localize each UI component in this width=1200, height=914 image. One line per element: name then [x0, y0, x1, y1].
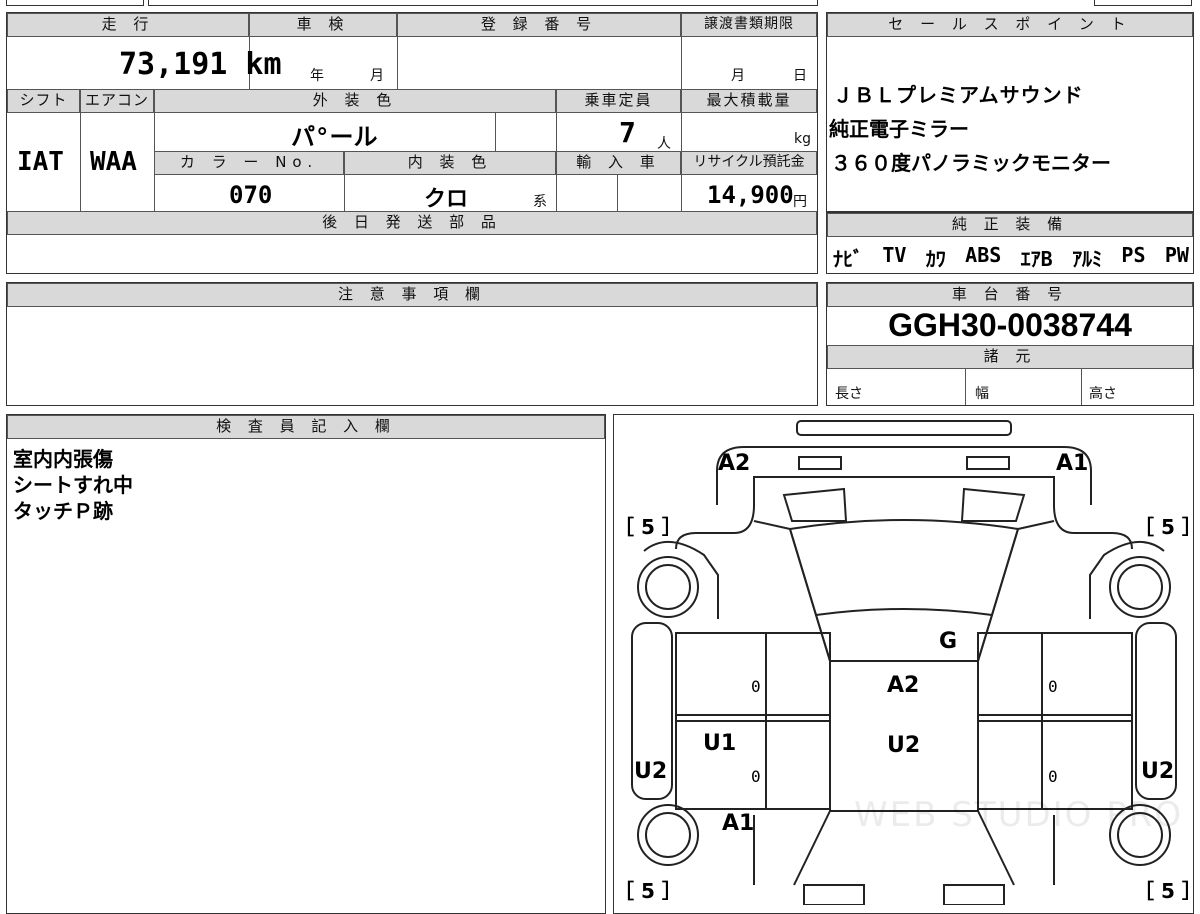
shift-value: IAT [17, 147, 64, 177]
exterior-color-value: パ°ール [291, 123, 378, 151]
damage-label-left-front-door: U1 [703, 731, 737, 756]
equipment-list: ﾅﾋﾞ TV ｶﾜ ABS ｴｱB ｱﾙﾐ PS PW [833, 243, 1189, 272]
inspection-header: 車 検 [249, 13, 397, 37]
spec-width-label: 幅 [975, 386, 989, 402]
divider [965, 369, 966, 405]
damage-label-front-left: A2 [718, 451, 751, 476]
aircon-value: WAA [90, 147, 137, 177]
divider [495, 113, 496, 151]
interior-color-value: クロ [424, 187, 469, 212]
equipment-item-pw: PW [1164, 243, 1189, 267]
aircon-header: エアコン [80, 89, 154, 113]
mileage-value: 73,191 km [119, 47, 282, 82]
spec-length-label: 長さ [835, 386, 863, 402]
top-strip-mid [148, 0, 818, 6]
damage-label-right-side: U2 [1141, 759, 1175, 784]
damage-label-front-right: A1 [1056, 451, 1089, 476]
registration-header: 登 録 番 号 [397, 13, 681, 37]
inspector-note-3: タッチＰ跡 [13, 499, 113, 523]
import-header: 輸 入 車 [556, 151, 681, 175]
equipment-item-alloy: ｱﾙﾐ [1072, 247, 1103, 271]
inspector-note-2: シートすれ中 [13, 473, 133, 497]
chassis-number: GGH30-0038744 [888, 307, 1132, 343]
watermark: WEB STUDIO PRO [854, 795, 1184, 835]
interior-color-header: 内 装 色 [344, 151, 556, 175]
damage-label-roof: A2 [887, 673, 920, 698]
capacity-value: 7 [619, 116, 636, 149]
depth-marker: 0 [1048, 767, 1058, 786]
capacity-header: 乗車定員 [556, 89, 681, 113]
sales-points-box: セ ー ル ス ポ イ ン ト ＪＢＬプレミアムサウンド 純正電子ミラー ３６０… [826, 12, 1194, 212]
equipment-item-tv: TV [882, 243, 907, 267]
sales-point-1: ＪＢＬプレミアムサウンド [833, 83, 1084, 107]
equipment-item-ps: PS [1121, 243, 1146, 267]
mileage-header: 走 行 [7, 13, 249, 37]
depth-marker: 0 [1048, 677, 1058, 696]
inspector-box: 検 査 員 記 入 欄 室内内張傷 シートすれ中 タッチＰ跡 [6, 414, 606, 914]
damage-diagram-box: A2 A1 ［ 5 ］ ［ 5 ］ G A2 U2 U1 U2 U2 A1 0 … [613, 414, 1200, 914]
recycle-unit: 円 [793, 194, 807, 210]
recycle-header: リサイクル預託金 [681, 151, 817, 175]
color-no-header: カ ラ ー No. [154, 151, 344, 175]
inspection-year-unit: 年 [310, 68, 324, 84]
equipment-item-navi: ﾅﾋﾞ [833, 247, 863, 271]
inspector-note-1: 室内内張傷 [13, 447, 113, 471]
divider [1081, 369, 1082, 405]
sales-point-2: 純正電子ミラー [829, 117, 969, 141]
later-parts-header: 後 日 発 送 部 品 [7, 211, 817, 235]
divider [681, 37, 682, 89]
max-load-header: 最大積載量 [681, 89, 817, 113]
top-strip-right [1094, 0, 1192, 6]
equipment-item-leather: ｶﾜ [925, 247, 946, 271]
divider [397, 37, 398, 89]
sales-points-header: セ ー ル ス ポ イ ン ト [827, 13, 1193, 37]
equipment-item-airbag: ｴｱB [1020, 247, 1053, 271]
caution-box: 注 意 事 項 欄 [6, 282, 818, 406]
divider [344, 175, 345, 211]
divider [617, 175, 618, 211]
vehicle-info-sheet: 走 行 車 検 登 録 番 号 譲渡書類期限 73,191 km 年 月 月 日… [6, 12, 818, 274]
transfer-month-unit: 月 [731, 68, 745, 84]
damage-label-windshield: G [939, 629, 958, 654]
depth-marker: 0 [751, 767, 761, 786]
transfer-day-unit: 日 [793, 68, 807, 84]
damage-label-roof-rear: U2 [887, 733, 921, 758]
inspection-month-unit: 月 [370, 68, 384, 84]
equipment-item-abs: ABS [965, 243, 1002, 267]
spec-height-label: 高さ [1089, 386, 1117, 402]
recycle-value: 14,900 [707, 181, 794, 209]
sales-point-3: ３６０度パノラミックモニター [831, 151, 1111, 175]
chassis-box: 車 台 番 号 GGH30-0038744 諸 元 長さ 幅 高さ [826, 282, 1194, 406]
interior-color-suffix: 系 [533, 194, 547, 210]
tread-label-front-left: ［ 5 ］ [614, 515, 682, 539]
equipment-box: 純 正 装 備 ﾅﾋﾞ TV ｶﾜ ABS ｴｱB ｱﾙﾐ PS PW [826, 212, 1194, 274]
damage-label-left-rear: A1 [722, 811, 755, 836]
inspector-header: 検 査 員 記 入 欄 [7, 415, 605, 439]
max-load-unit: kg [794, 131, 811, 147]
chassis-header: 車 台 番 号 [827, 283, 1193, 307]
specs-header: 諸 元 [827, 345, 1193, 369]
equipment-header: 純 正 装 備 [827, 213, 1193, 237]
top-strip-left [6, 0, 144, 6]
caution-header: 注 意 事 項 欄 [7, 283, 817, 307]
divider [80, 113, 81, 211]
exterior-color-header: 外 装 色 [154, 89, 556, 113]
shift-header: シフト [7, 89, 80, 113]
transfer-deadline-header: 譲渡書類期限 [681, 13, 817, 37]
damage-label-left-side: U2 [634, 759, 668, 784]
color-no-value: 070 [229, 181, 273, 209]
capacity-unit: 人 [657, 136, 671, 152]
depth-marker: 0 [751, 677, 761, 696]
tread-label-front-right: ［ 5 ］ [1134, 515, 1200, 539]
